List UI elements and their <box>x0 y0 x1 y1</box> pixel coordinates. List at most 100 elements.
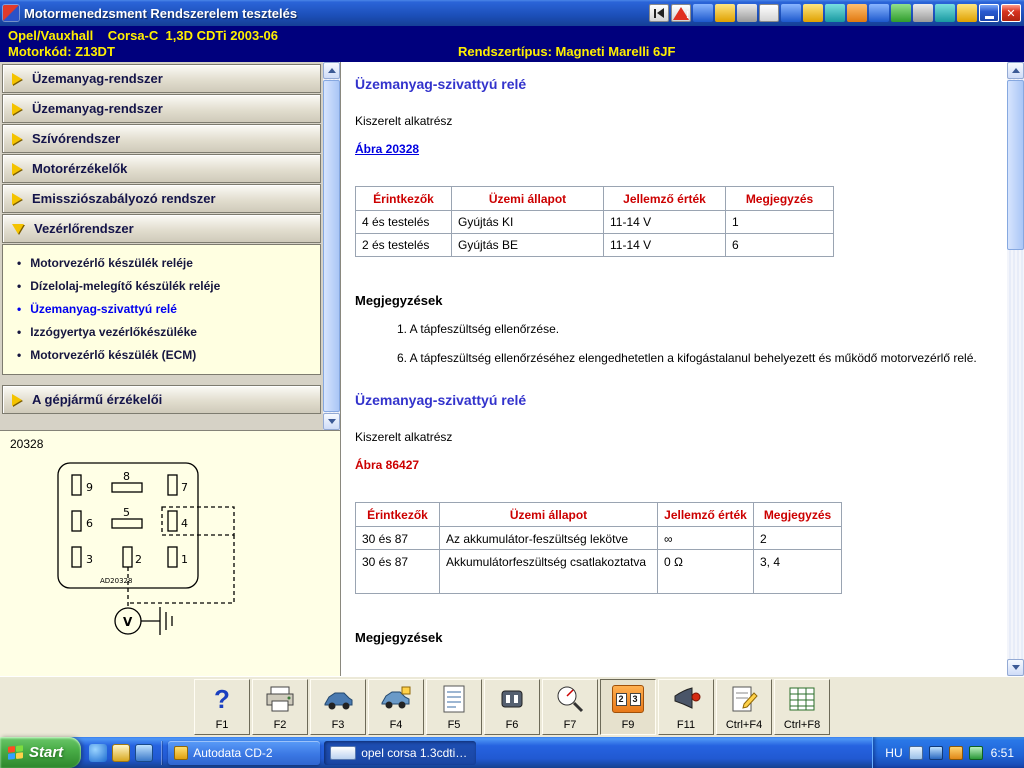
vehicle-data-icon <box>379 684 413 714</box>
sidebar-item-uzemanyag-rendszer-1[interactable]: Üzemanyag-rendszer <box>2 64 321 93</box>
figure-link-2[interactable]: Ábra 86427 <box>355 458 419 472</box>
sidebar-item-uzemanyag-rendszer-2[interactable]: Üzemanyag-rendszer <box>2 94 321 123</box>
table-cell: 0 Ω <box>657 549 754 594</box>
f4-vehicle-data-button[interactable]: F4 <box>368 679 424 735</box>
display-icon[interactable] <box>869 4 889 22</box>
table-cell: Akkumulátorfeszültség csatlakoztatva <box>439 549 658 594</box>
internet-explorer-icon[interactable] <box>89 743 108 762</box>
settings-icon[interactable] <box>737 4 757 22</box>
tools-icon[interactable] <box>847 4 867 22</box>
scrollbar-thumb[interactable] <box>323 80 340 412</box>
language-indicator[interactable]: HU <box>885 746 902 760</box>
f11-alarm-button[interactable]: F11 <box>658 679 714 735</box>
sidebar-item-emisszioszabalyozo[interactable]: Emissziószabályozó rendszer <box>2 184 321 213</box>
figure-panel: 20328 9 8 7 6 5 4 3 2 1 AD20328 V <box>0 430 340 676</box>
table-row: 30 és 87 Akkumulátorfeszültség csatlakoz… <box>355 549 842 594</box>
pin-label: 6 <box>86 517 93 530</box>
function-toolbar: ? F1 F2 F3 F4 F5 F6 F7 2 3 F9 F11 Ctrl+F… <box>0 676 1024 737</box>
scroll-up-button[interactable] <box>1007 62 1024 79</box>
start-button[interactable]: Start <box>0 737 82 768</box>
autodata-icon <box>174 745 189 760</box>
database-icon[interactable] <box>891 4 911 22</box>
table-cell: 11-14 V <box>603 210 726 234</box>
folder-icon[interactable] <box>803 4 823 22</box>
security-icon[interactable] <box>948 745 963 760</box>
notes-heading-2: Megjegyzések <box>355 630 443 645</box>
submenu-item-uzemanyag-szivattyu-rele[interactable]: • Üzemanyag-szivattyú relé <box>3 297 320 320</box>
vehicle-header: Opel/Vauxhall Corsa-C 1,3D CDTi 2003-06 … <box>0 26 1024 62</box>
system-type: Rendszertípus: Magneti Marelli 6JF <box>458 44 676 59</box>
ctrl-f4-notes-button[interactable]: Ctrl+F4 <box>716 679 772 735</box>
table-row: 2 és testelés Gyújtás BE 11-14 V 6 <box>355 233 834 257</box>
volume-icon[interactable] <box>908 745 923 760</box>
calculator-icon[interactable] <box>913 4 933 22</box>
table-cell: 11-14 V <box>603 233 726 257</box>
table-cell: 3, 4 <box>753 549 842 594</box>
info-icon[interactable] <box>957 4 977 22</box>
scroll-down-button[interactable] <box>323 413 340 430</box>
sidebar-item-gepjarmu-erzekeloi[interactable]: A gépjármű érzékelői <box>2 385 321 414</box>
f2-print-button[interactable]: F2 <box>252 679 308 735</box>
notes-icon <box>727 684 761 714</box>
nav-first-icon[interactable] <box>649 4 669 22</box>
globe-icon[interactable] <box>693 4 713 22</box>
scrollbar-thumb[interactable] <box>1007 80 1024 250</box>
chart-icon[interactable] <box>715 4 735 22</box>
content-area: Üzemanyag-rendszer Üzemanyag-rendszer Sz… <box>0 62 1024 676</box>
f1-help-button[interactable]: ? F1 <box>194 679 250 735</box>
warning-icon[interactable]: ! <box>671 4 691 22</box>
application-window: Motormenedzsment Rendszerelem tesztelés … <box>0 0 1024 768</box>
document-icon[interactable] <box>759 4 779 22</box>
submenu-item-ecm[interactable]: • Motorvezérlő készülék (ECM) <box>3 343 320 366</box>
vehicle-line1: Opel/Vauxhall Corsa-C 1,3D CDTi 2003-06 <box>8 28 278 43</box>
drawing-code: AD20328 <box>100 577 132 585</box>
document-scrollbar[interactable] <box>1007 62 1024 676</box>
clock-icon[interactable] <box>935 4 955 22</box>
save-icon[interactable] <box>781 4 801 22</box>
submenu-item-dizelolaj-melegito[interactable]: • Dízelolaj-melegítő készülék reléje <box>3 274 320 297</box>
sidebar-item-vezerlorendszer[interactable]: Vezérlőrendszer <box>2 214 321 243</box>
note-item: 1. A tápfeszültség ellenőrzése. <box>397 322 560 336</box>
connector-icon <box>495 684 529 714</box>
minimize-button[interactable] <box>979 4 999 22</box>
table-cell: 30 és 87 <box>355 526 440 550</box>
show-desktop-icon[interactable] <box>135 743 154 762</box>
printer-icon <box>263 684 297 714</box>
mail-icon[interactable] <box>825 4 845 22</box>
table-cell: Az akkumulátor-feszültség lekötve <box>439 526 658 550</box>
clock: 6:51 <box>990 745 1014 760</box>
close-button[interactable]: ✕ <box>1001 4 1021 22</box>
submenu-item-motorvezerlo-keszulek-releje[interactable]: • Motorvezérlő készülék reléje <box>3 251 320 274</box>
page-title: Üzemanyag-szivattyú relé <box>355 76 527 92</box>
mail-shortcut-icon[interactable] <box>112 743 131 762</box>
titlebar-toolbar: ! ✕ <box>649 4 1021 22</box>
help-icon: ? <box>214 684 230 714</box>
scroll-down-button[interactable] <box>1007 659 1024 676</box>
task-button-autodata[interactable]: Autodata CD-2 <box>168 740 321 765</box>
f7-test-probe-button[interactable]: F7 <box>542 679 598 735</box>
scrollbar-track[interactable] <box>1007 251 1024 659</box>
column-header: Jellemző érték <box>603 186 726 211</box>
sidebar-scrollbar[interactable] <box>323 62 340 430</box>
pin-data-icon <box>437 684 471 714</box>
f9-component-location-button[interactable]: 2 3 F9 <box>600 679 656 735</box>
submenu-item-izzogyertya[interactable]: • Izzógyertya vezérlőkészüléke <box>3 320 320 343</box>
system-tray: HU 6:51 <box>872 737 1024 768</box>
expand-arrow-icon <box>12 132 22 145</box>
windows-logo-icon <box>8 745 23 760</box>
f5-pin-data-button[interactable]: F5 <box>426 679 482 735</box>
display-settings-icon[interactable] <box>928 745 943 760</box>
f6-connector-button[interactable]: F6 <box>484 679 540 735</box>
task-button-opel-corsa[interactable]: opel corsa 1.3cdti - P... <box>324 740 477 765</box>
expand-arrow-icon <box>12 72 22 85</box>
sidebar-item-szivorendszer[interactable]: Szívórendszer <box>2 124 321 153</box>
sidebar-item-motorerzekelok[interactable]: Motorérzékelők <box>2 154 321 183</box>
table-cell: 6 <box>725 233 834 257</box>
ctrl-f8-data-table-button[interactable]: Ctrl+F8 <box>774 679 830 735</box>
figure-link[interactable]: Ábra 20328 <box>355 142 419 156</box>
quick-launch <box>81 743 161 762</box>
f3-vehicle-button[interactable]: F3 <box>310 679 366 735</box>
network-icon[interactable] <box>968 745 983 760</box>
scroll-up-button[interactable] <box>323 62 340 79</box>
table-row: 4 és testelés Gyújtás KI 11-14 V 1 <box>355 210 834 234</box>
